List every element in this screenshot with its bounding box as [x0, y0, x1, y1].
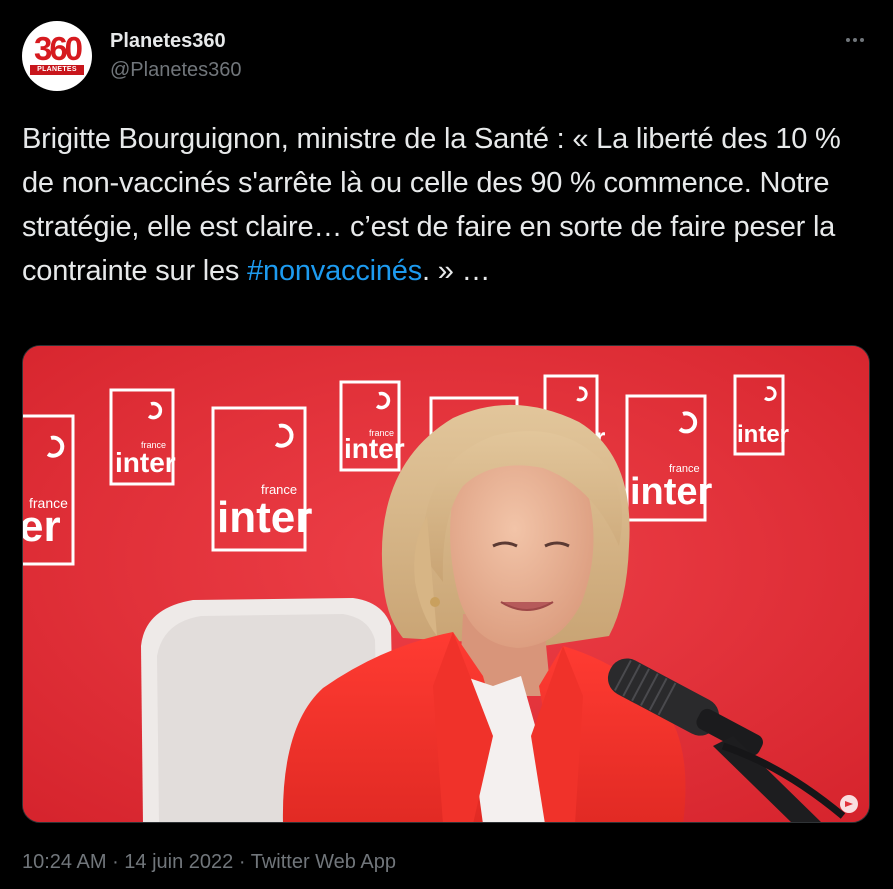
tweet-media-image[interactable]: france er france inter france inter fran… — [22, 345, 870, 823]
svg-text:inter: inter — [344, 433, 405, 464]
tweet-source[interactable]: Twitter Web App — [251, 851, 396, 873]
svg-text:inter: inter — [630, 471, 713, 513]
avatar-logo-number: 360 — [33, 30, 83, 67]
tweet: 360 PLANETES Planetes360 @Planetes360 Br… — [0, 0, 893, 889]
avatar-logo-subtext: PLANETES — [30, 65, 84, 75]
svg-text:inter: inter — [217, 493, 312, 542]
tweet-time[interactable]: 10:24 AM — [22, 851, 107, 873]
display-name[interactable]: Planetes360 — [110, 29, 226, 53]
avatar[interactable]: 360 PLANETES — [22, 21, 92, 91]
svg-text:inter: inter — [115, 447, 176, 478]
tweet-metadata: 10:24 AM · 14 juin 2022 · Twitter Web Ap… — [22, 849, 396, 875]
separator-dot: · — [106, 851, 125, 873]
user-handle[interactable]: @Planetes360 — [110, 58, 242, 82]
studio-photo: france er france inter france inter fran… — [23, 346, 869, 822]
backdrop-logo-partial: er — [23, 502, 61, 551]
more-options-icon[interactable] — [838, 30, 872, 50]
svg-text:inter: inter — [737, 421, 789, 448]
tweet-text-tail: . » … — [422, 255, 491, 287]
gif-badge-icon — [840, 795, 858, 813]
tweet-text: Brigitte Bourguignon, ministre de la San… — [22, 117, 872, 293]
separator-dot: · — [233, 851, 251, 873]
tweet-date[interactable]: 14 juin 2022 — [124, 851, 233, 873]
hashtag-link[interactable]: #nonvaccinés — [247, 255, 422, 287]
